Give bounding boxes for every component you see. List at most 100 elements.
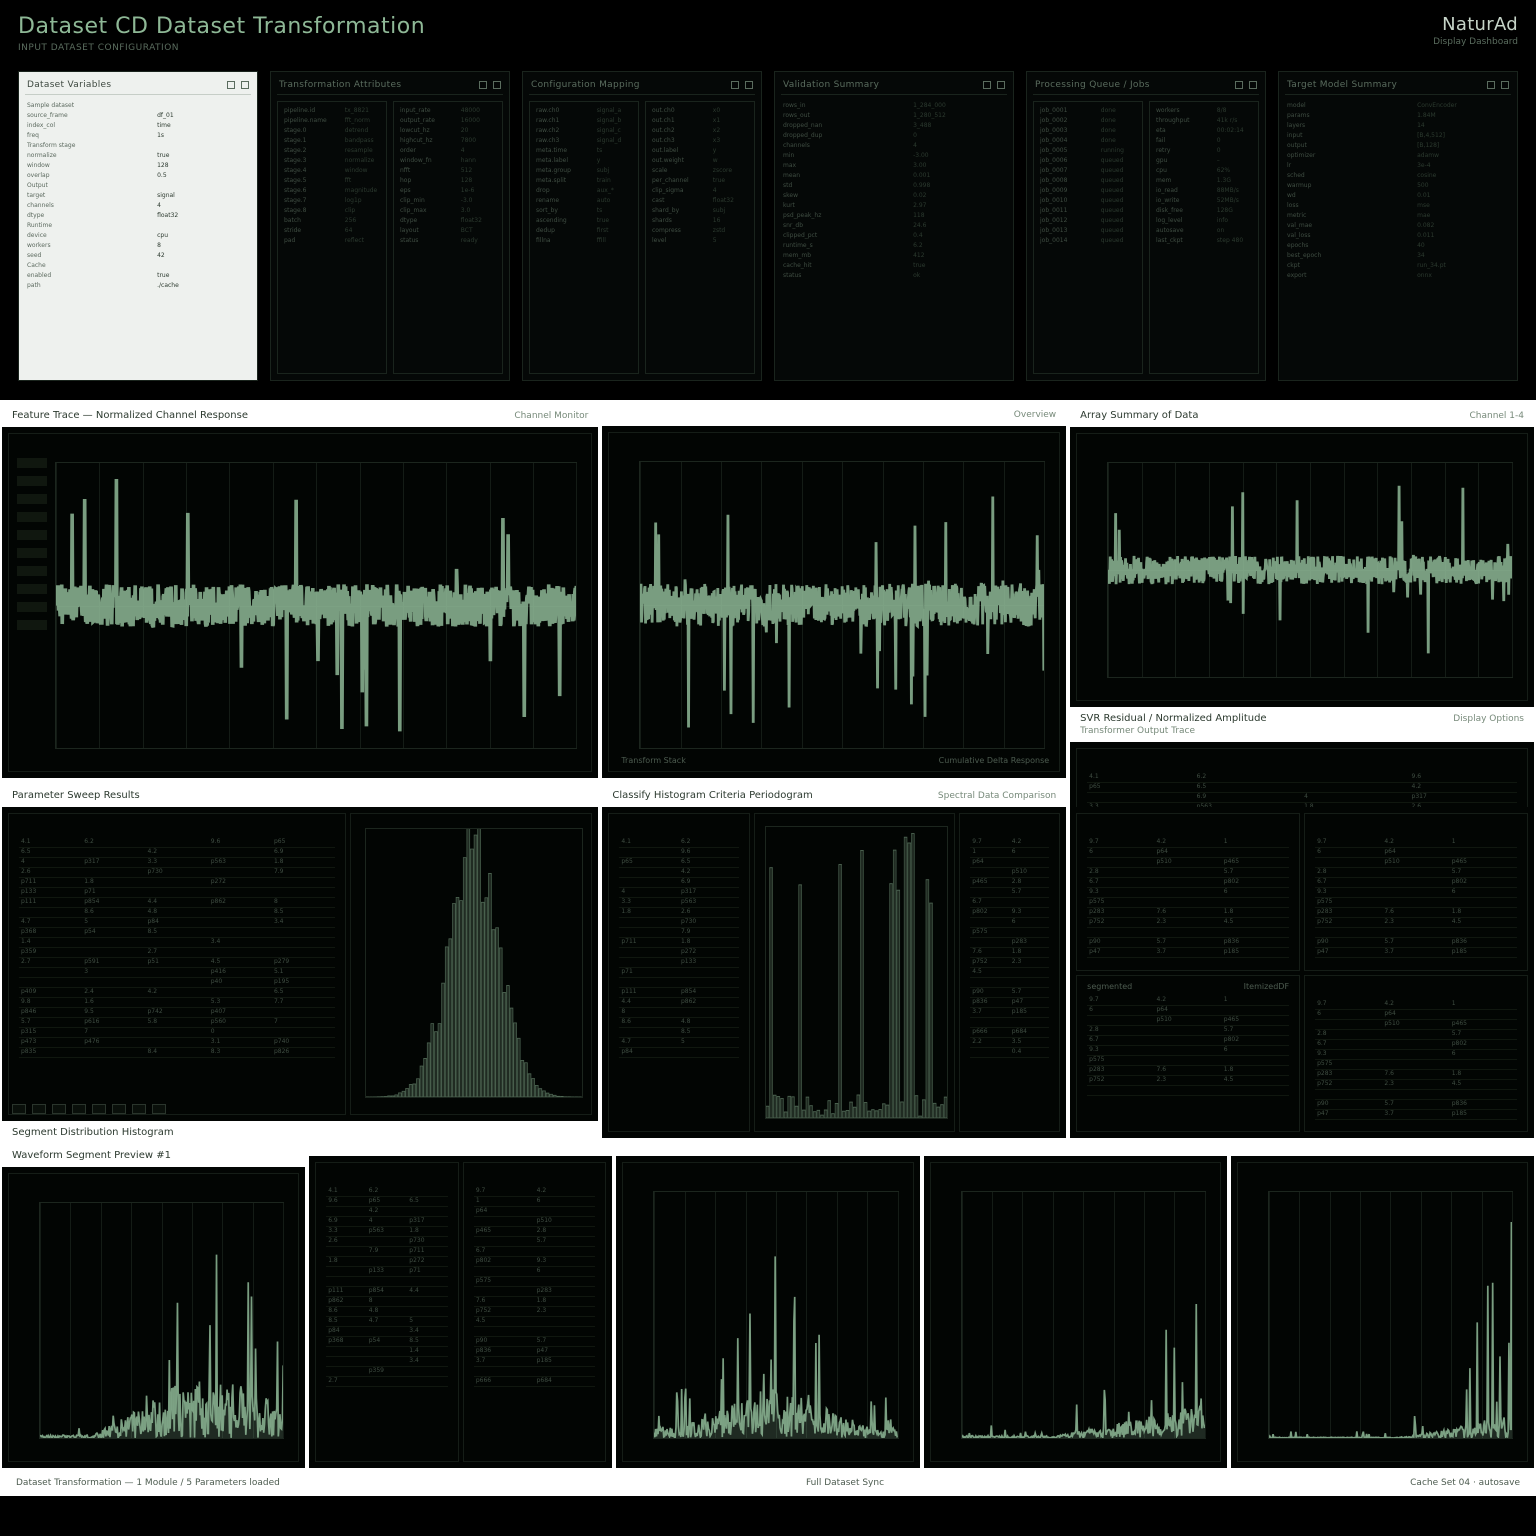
tool-icon[interactable]: [32, 1104, 46, 1114]
row1-right-sub-title: SVR Residual / Normalized Amplitude: [1080, 713, 1266, 724]
tool-icon[interactable]: [132, 1104, 146, 1114]
row2-mid-bars-pane[interactable]: [754, 813, 956, 1132]
row2-left-bottom-label: Segment Distribution Histogram: [12, 1127, 174, 1138]
row1-mid-chart[interactable]: [639, 461, 1045, 749]
row1-right-upper[interactable]: [1070, 427, 1534, 707]
row2-right-table-2: 9.74.216p64p510p4652.85.76.7p8029.36p575…: [1315, 838, 1517, 960]
row2-right-q1: 9.74.216p64p510p4652.85.76.7p8029.36p575…: [1076, 813, 1300, 971]
panel-close-icon[interactable]: [1501, 81, 1509, 89]
row3-a-chart[interactable]: [39, 1202, 284, 1439]
row1-mid-right: Overview: [1014, 410, 1056, 420]
row2-left-hist-pane[interactable]: [350, 813, 592, 1115]
row2-left-hist[interactable]: [365, 828, 583, 1098]
row2-mid-list: 4.16.29.6p656.54.26.94p3173.3p5631.82.6p…: [608, 813, 749, 1132]
row1-mid-sub-a: Transform Stack: [621, 756, 685, 765]
panel-close-icon[interactable]: [241, 81, 249, 89]
row3-d-chart[interactable]: [961, 1191, 1206, 1439]
tool-icon[interactable]: [52, 1104, 66, 1114]
row2-right-table-1: 9.74.216p64p510p4652.85.76.7p8029.36p575…: [1087, 838, 1289, 960]
row1-right-chart[interactable]: [1107, 462, 1513, 678]
top-panel-p3[interactable]: Validation Summaryrows_in1_284_000rows_o…: [774, 71, 1014, 381]
row2-right-q3: segmented ItemizedDF 9.74.216p64p510p465…: [1076, 975, 1300, 1133]
panel-close-icon[interactable]: [997, 81, 1005, 89]
panel-menu-icon[interactable]: [1487, 81, 1495, 89]
row2-mid-panel[interactable]: 4.16.29.6p656.54.26.94p3173.3p5631.82.6p…: [602, 807, 1066, 1138]
row2-right-badge-a: segmented: [1087, 982, 1132, 991]
row1-left-panel[interactable]: [2, 427, 598, 778]
panel-menu-icon[interactable]: [479, 81, 487, 89]
row3-b-panel[interactable]: 4.16.29.6p656.54.26.94p3173.3p5631.82.6p…: [309, 1156, 612, 1468]
top-panel-p5[interactable]: Target Model SummarymodelConvEncoderpara…: [1278, 71, 1518, 381]
row2-right-q4: 9.74.216p64p510p4652.85.76.7p8029.36p575…: [1304, 975, 1528, 1133]
row1-left-head: Feature Trace — Normalized Channel Respo…: [2, 402, 598, 427]
row3-a-head: Waveform Segment Preview #1: [2, 1142, 305, 1167]
panel-menu-icon[interactable]: [227, 81, 235, 89]
panel-menu-icon[interactable]: [1235, 81, 1243, 89]
row2-left-panel[interactable]: 4.16.29.6p656.54.26.94p3173.3p5631.82.6p…: [2, 807, 598, 1121]
row2-left-head: Parameter Sweep Results: [2, 782, 598, 807]
row3-a-title: Waveform Segment Preview #1: [12, 1150, 171, 1161]
row1-right-title: Array Summary of Data: [1080, 410, 1198, 421]
panel-close-icon[interactable]: [745, 81, 753, 89]
row2-mid-head: Classify Histogram Criteria Periodogram …: [602, 782, 1066, 807]
row3-c-panel[interactable]: [616, 1156, 919, 1468]
top-header: Dataset CD Dataset Transformation INPUT …: [18, 14, 1518, 53]
footer-mid: Full Dataset Sync: [806, 1478, 884, 1488]
row3-b-aux: 9.74.216p64p510p4652.85.76.7p8029.36p575…: [463, 1162, 607, 1462]
row3-b-head: [309, 1142, 612, 1156]
row2-left-bottom-title: Segment Distribution Histogram: [2, 1121, 598, 1138]
row2-left-table: 4.16.29.6p656.54.26.94p3173.3p5631.82.6p…: [19, 838, 335, 1104]
app-title: Dataset CD Dataset Transformation: [18, 14, 425, 39]
top-strip: Dataset CD Dataset Transformation INPUT …: [0, 0, 1536, 400]
tool-icon[interactable]: [92, 1104, 106, 1114]
row3-c-chart[interactable]: [653, 1191, 898, 1439]
row3-d-panel[interactable]: [924, 1156, 1227, 1468]
row2-left-toolbar[interactable]: [12, 1103, 588, 1115]
tool-icon[interactable]: [112, 1104, 126, 1114]
row2-mid-table: 4.16.29.6p656.54.26.94p3173.3p5631.82.6p…: [619, 838, 738, 1121]
row1-right-sub-sub: Transformer Output Trace: [1080, 726, 1266, 736]
tool-icon[interactable]: [12, 1104, 26, 1114]
panel-close-icon[interactable]: [1249, 81, 1257, 89]
row1-mid-panel[interactable]: Transform Stack Cumulative Delta Respons…: [602, 426, 1066, 778]
row2-mid-aux-table: 9.74.216p64p510p4652.85.76.7p8029.36p575…: [970, 838, 1049, 1121]
top-panel-p4[interactable]: Processing Queue / Jobsjob_0001donejob_0…: [1026, 71, 1266, 381]
row1-right-head: Array Summary of Data Channel 1-4: [1070, 402, 1534, 427]
row3-e-panel[interactable]: [1231, 1156, 1534, 1468]
row3-b-aux-table: 9.74.216p64p510p4652.85.76.7p8029.36p575…: [474, 1187, 596, 1451]
panel-menu-icon[interactable]: [983, 81, 991, 89]
row1-right-right: Channel 1-4: [1469, 411, 1524, 421]
row2-left-title: Parameter Sweep Results: [12, 790, 140, 801]
brand-sub: Display Dashboard: [1433, 37, 1518, 47]
row2-right-panel[interactable]: 9.74.216p64p510p4652.85.76.7p8029.36p575…: [1070, 807, 1534, 1138]
top-panel-p2[interactable]: Configuration Mappingraw.ch0signal_araw.…: [522, 71, 762, 381]
lower-grid: Feature Trace — Normalized Channel Respo…: [0, 400, 1536, 1496]
row2-mid-title: Classify Histogram Criteria Periodogram: [612, 790, 812, 801]
row1-mid-sub-b: Cumulative Delta Response: [939, 756, 1050, 765]
row1-left-right: Channel Monitor: [514, 411, 588, 421]
footer-right: Cache Set 04 · autosave: [1410, 1478, 1520, 1488]
top-panel-p1[interactable]: Transformation Attributespipeline.idtx_8…: [270, 71, 510, 381]
row2-mid-right: Spectral Data Comparison: [938, 791, 1056, 801]
footer: Dataset Transformation — 1 Module / 5 Pa…: [0, 1470, 1536, 1496]
tool-icon[interactable]: [72, 1104, 86, 1114]
top-panel-p0[interactable]: Dataset VariablesSample dataset source_f…: [18, 71, 258, 381]
row3-d-head: [924, 1142, 1227, 1156]
panel-menu-icon[interactable]: [731, 81, 739, 89]
row2-right-table-4: 9.74.216p64p510p4652.85.76.7p8029.36p575…: [1315, 1000, 1517, 1122]
row3-e-chart[interactable]: [1268, 1191, 1513, 1439]
footer-left: Dataset Transformation — 1 Module / 5 Pa…: [16, 1478, 280, 1488]
brand: NaturAd: [1433, 14, 1518, 35]
row2-right-table-3: 9.74.216p64p510p4652.85.76.7p8029.36p575…: [1087, 996, 1289, 1122]
row1-left-title: Feature Trace — Normalized Channel Respo…: [12, 410, 248, 421]
row2-mid-bars[interactable]: [765, 826, 949, 1119]
tool-icon[interactable]: [152, 1104, 166, 1114]
row3-c-head: [616, 1142, 919, 1156]
row1-right-sub-right: Display Options: [1453, 714, 1524, 724]
panel-close-icon[interactable]: [493, 81, 501, 89]
row2-mid-aux: 9.74.216p64p510p4652.85.76.7p8029.36p575…: [959, 813, 1060, 1132]
row3-a-panel[interactable]: [2, 1167, 305, 1468]
top-panel-grid: Dataset VariablesSample dataset source_f…: [18, 71, 1518, 381]
row1-left-chart[interactable]: [55, 462, 577, 749]
row3-b-list: 4.16.29.6p656.54.26.94p3173.3p5631.82.6p…: [315, 1162, 459, 1462]
